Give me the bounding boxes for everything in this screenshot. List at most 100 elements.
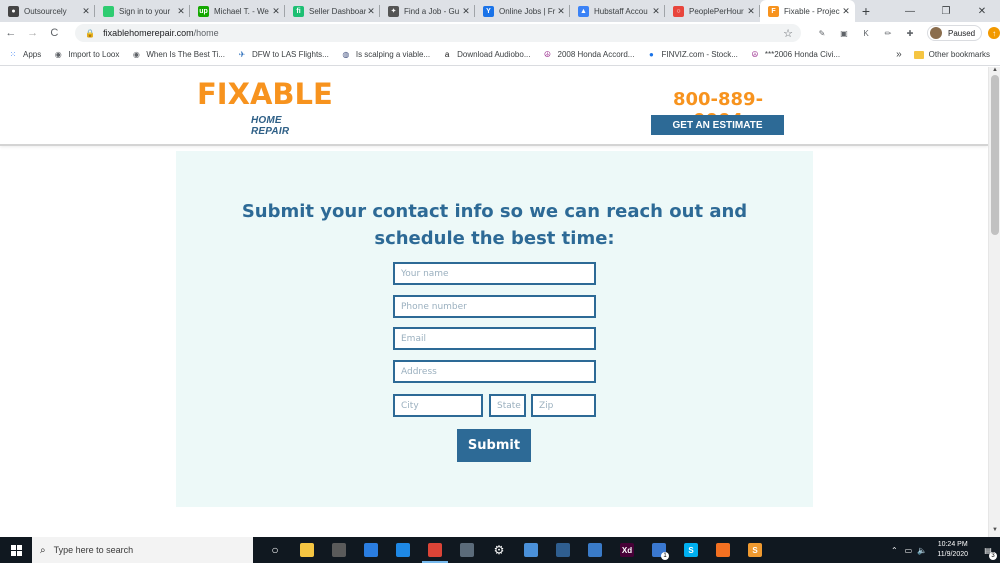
extension-icon[interactable]: K: [857, 26, 875, 40]
browser-tab[interactable]: Y Online Jobs | Fr ✕: [475, 0, 570, 22]
bookmark-item[interactable]: ◉ Import to Loox: [53, 50, 120, 60]
minimize-button[interactable]: —: [892, 0, 928, 22]
bookmark-list: ⁙ Apps ◉ Import to Loox ◉ When Is The Best Ti…: [8, 50, 852, 60]
clock-date: 11/9/2020: [937, 551, 968, 558]
xampp-icon: [716, 543, 730, 557]
extension-icon[interactable]: ✏: [879, 26, 897, 40]
submit-button[interactable]: Submit: [457, 429, 531, 462]
amazon-icon: a: [444, 50, 450, 59]
tab-close-icon[interactable]: ✕: [556, 6, 566, 17]
address-bar[interactable]: 🔒 fixablehomerepair.com/home ☆: [75, 24, 801, 42]
phone-input[interactable]: [393, 295, 596, 318]
taskbar-app[interactable]: [387, 537, 419, 563]
taskbar-app[interactable]: [419, 537, 451, 563]
taskbar-app[interactable]: 1: [643, 537, 675, 563]
bookmark-item[interactable]: ◉ When Is The Best Ti...: [131, 50, 225, 60]
bookmark-item[interactable]: a Download Audiobo...: [442, 50, 531, 60]
page-scrollbar[interactable]: ▲ ▼: [988, 67, 1000, 537]
browser-tab[interactable]: Sign in to your ✕: [95, 0, 190, 22]
address-input[interactable]: [393, 360, 596, 383]
finviz-icon: ●: [649, 50, 654, 59]
taskbar-app[interactable]: [323, 537, 355, 563]
notepad-icon: [524, 543, 538, 557]
media-icon: [556, 543, 570, 557]
taskbar-app[interactable]: [707, 537, 739, 563]
bookmark-item[interactable]: ● FINVIZ.com - Stock...: [646, 50, 738, 60]
taskbar-app[interactable]: Xd: [611, 537, 643, 563]
scroll-down-icon[interactable]: ▼: [989, 527, 1000, 537]
browser-tab[interactable]: fi Seller Dashboar ✕: [285, 0, 380, 22]
profile-button[interactable]: Paused: [927, 25, 983, 41]
bookmark-label: FINVIZ.com - Stock...: [661, 50, 738, 59]
bookmarks-overflow-button[interactable]: »: [896, 49, 902, 60]
city-input[interactable]: [393, 394, 483, 417]
clock-time: 10:24 PM: [937, 541, 968, 548]
forward-button[interactable]: →: [22, 22, 44, 44]
reload-button[interactable]: C: [43, 22, 65, 44]
network-icon[interactable]: ▭: [901, 546, 915, 555]
extension-icon[interactable]: ▣: [835, 26, 853, 40]
name-input[interactable]: [393, 262, 596, 285]
site-header: FIXABLE HOME REPAIR 800-889-0004 GET AN …: [0, 67, 988, 146]
tray-expand-icon[interactable]: ⌃: [887, 546, 901, 555]
taskbar-app[interactable]: [355, 537, 387, 563]
new-tab-button[interactable]: +: [855, 0, 877, 22]
form-heading-line-2: schedule the best time:: [374, 228, 615, 249]
browser-tab[interactable]: ▲ Hubstaff Accou ✕: [570, 0, 665, 22]
bookmark-label: Is scalping a viable...: [355, 50, 431, 59]
bookmarks-bar: ⁙ Apps ◉ Import to Loox ◉ When Is The Best Ti…: [0, 44, 1000, 66]
browser-tab[interactable]: ✦ Find a Job - Gu ✕: [380, 0, 475, 22]
extension-icon[interactable]: ✎: [813, 26, 831, 40]
start-button[interactable]: [0, 537, 32, 563]
tab-title: Find a Job - Gu: [404, 6, 460, 16]
browser-toolbar: ← → C 🔒 fixablehomerepair.com/home ☆ ✎ ▣ K…: [0, 22, 1000, 44]
bookmark-item[interactable]: ⁙ Apps: [8, 50, 42, 60]
taskbar-app[interactable]: ⚙: [483, 537, 515, 563]
volume-icon[interactable]: 🔈: [915, 546, 929, 555]
tab-close-icon[interactable]: ✕: [841, 6, 851, 17]
close-window-button[interactable]: ✕: [964, 0, 1000, 22]
tab-close-icon[interactable]: ✕: [271, 6, 281, 17]
taskbar-search[interactable]: ⌕ Type here to search: [32, 537, 253, 563]
get-estimate-button[interactable]: GET AN ESTIMATE: [651, 115, 784, 135]
update-icon[interactable]: ↑: [988, 27, 1000, 39]
taskbar-app[interactable]: S: [675, 537, 707, 563]
zip-input[interactable]: [531, 394, 596, 417]
scrollbar-thumb[interactable]: [991, 75, 999, 235]
taskbar-app[interactable]: [291, 537, 323, 563]
clock[interactable]: 10:24 PM 11/9/2020: [937, 540, 968, 560]
taskbar-app[interactable]: ○: [259, 537, 291, 563]
notification-center-button[interactable]: ▤ 3: [976, 537, 1000, 563]
extension-icon[interactable]: ✚: [901, 26, 919, 40]
browser-tab[interactable]: F Fixable - Projec ✕: [760, 0, 855, 22]
cortana-icon: ○: [271, 543, 279, 557]
back-button[interactable]: ←: [0, 22, 22, 44]
site-logo[interactable]: FIXABLE HOME REPAIR: [197, 80, 333, 138]
other-bookmarks-link[interactable]: Other bookmarks: [929, 50, 990, 59]
sublime-icon: S: [748, 543, 762, 557]
bookmark-item[interactable]: ◍ Is scalping a viable...: [341, 50, 430, 60]
tab-close-icon[interactable]: ✕: [176, 6, 186, 17]
taskbar-app[interactable]: [579, 537, 611, 563]
browser-tab[interactable]: ● Outsourcely ✕: [0, 0, 95, 22]
tab-close-icon[interactable]: ✕: [461, 6, 471, 17]
restore-button[interactable]: ❐: [928, 0, 964, 22]
tab-close-icon[interactable]: ✕: [81, 6, 91, 17]
taskbar-app[interactable]: [451, 537, 483, 563]
bookmark-star-icon[interactable]: ☆: [783, 27, 793, 40]
tab-close-icon[interactable]: ✕: [366, 6, 376, 17]
browser-tab[interactable]: up Michael T. - We ✕: [190, 0, 285, 22]
bookmark-item[interactable]: ☮ ***2006 Honda Civi...: [750, 50, 840, 60]
email-input[interactable]: [393, 327, 596, 350]
browser-tab[interactable]: ○ PeoplePerHour ✕: [665, 0, 760, 22]
taskbar-app[interactable]: [547, 537, 579, 563]
taskbar-app[interactable]: [515, 537, 547, 563]
tab-close-icon[interactable]: ✕: [746, 6, 756, 17]
tab-close-icon[interactable]: ✕: [651, 6, 661, 17]
bookmark-item[interactable]: ☮ 2008 Honda Accord...: [543, 50, 635, 60]
tab-title: Michael T. - We: [214, 6, 269, 16]
bookmark-item[interactable]: ✈ DFW to LAS Flights...: [237, 50, 329, 60]
bookmark-label: Apps: [23, 50, 42, 59]
taskbar-app[interactable]: S: [739, 537, 771, 563]
state-input[interactable]: [489, 394, 526, 417]
